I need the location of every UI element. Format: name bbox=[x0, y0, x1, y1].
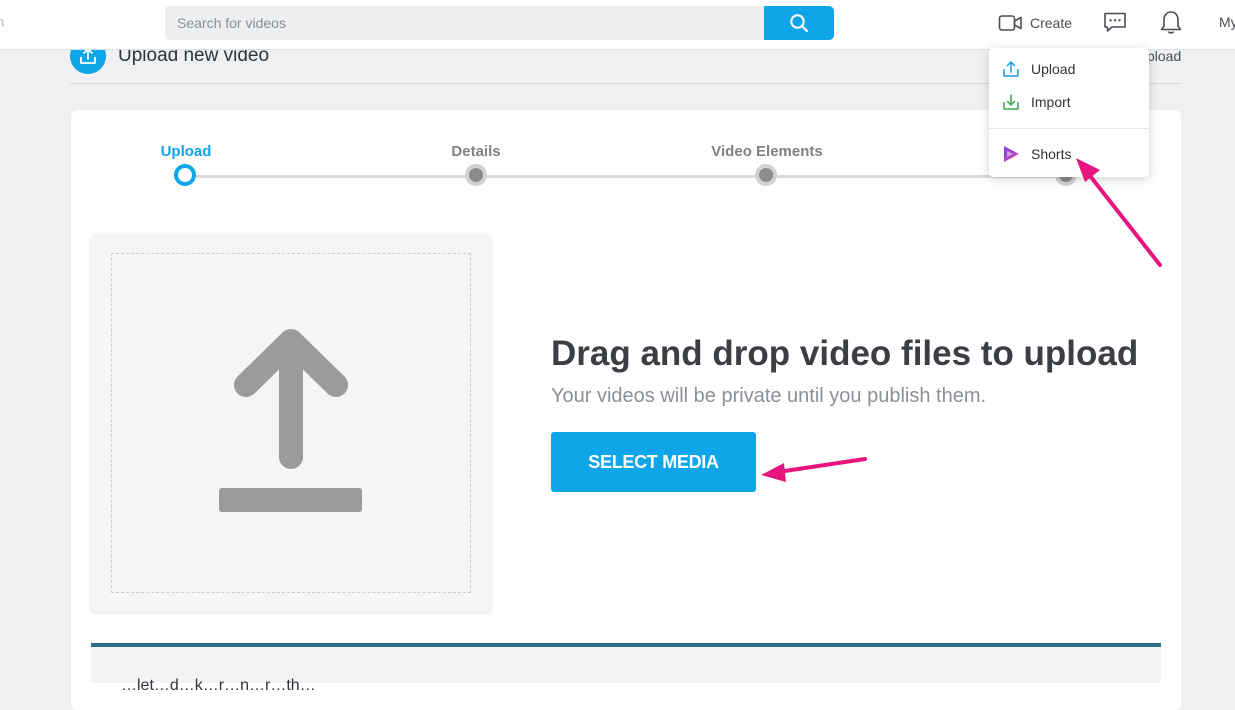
bell-icon bbox=[1160, 11, 1182, 34]
menu-item-import[interactable]: Import bbox=[1001, 92, 1071, 112]
top-bar: n Create My bbox=[0, 0, 1235, 50]
import-download-icon bbox=[1003, 94, 1019, 110]
dropzone-title: Drag and drop video files to upload bbox=[551, 334, 1139, 373]
step-label-video-elements[interactable]: Video Elements bbox=[711, 143, 822, 160]
shorts-play-icon bbox=[1004, 146, 1019, 162]
upload-arrow-icon bbox=[219, 329, 362, 512]
video-camera-icon bbox=[998, 15, 1022, 31]
step-dot-details[interactable] bbox=[465, 164, 487, 186]
step-dot-upload[interactable] bbox=[174, 164, 196, 186]
create-dropdown-menu: Upload Import Shorts bbox=[989, 48, 1149, 177]
logo[interactable]: n bbox=[0, 14, 4, 31]
menu-item-upload-label: Upload bbox=[1031, 61, 1076, 77]
bottom-panel: …let…d…k…r…n…r…th… bbox=[91, 643, 1161, 694]
bottom-panel-text: …let…d…k…r…n…r…th… bbox=[121, 677, 316, 694]
search-bar bbox=[165, 6, 834, 40]
search-input[interactable] bbox=[165, 6, 764, 40]
create-label: Create bbox=[1030, 15, 1073, 31]
menu-item-shorts-label: Shorts bbox=[1031, 146, 1072, 162]
step-label-upload[interactable]: Upload bbox=[161, 143, 212, 160]
chat-icon bbox=[1104, 12, 1126, 32]
dropzone[interactable] bbox=[91, 234, 491, 612]
create-button[interactable]: Create bbox=[998, 10, 1072, 36]
menu-item-upload[interactable]: Upload bbox=[1001, 59, 1075, 79]
menu-item-shorts[interactable]: Shorts bbox=[1001, 144, 1071, 164]
search-icon bbox=[790, 14, 809, 33]
my-account-menu[interactable]: My bbox=[1219, 14, 1235, 30]
dropzone-subtitle: Your videos will be private until you pu… bbox=[551, 385, 987, 407]
menu-divider bbox=[989, 128, 1149, 129]
step-label-details[interactable]: Details bbox=[451, 143, 500, 160]
messages-button[interactable] bbox=[1103, 11, 1127, 38]
header-right-link[interactable]: pload bbox=[1147, 48, 1181, 64]
select-media-button[interactable]: SELECT MEDIA bbox=[551, 432, 756, 492]
dropzone-border bbox=[111, 253, 471, 593]
step-dot-video-elements[interactable] bbox=[755, 164, 777, 186]
notifications-button[interactable] bbox=[1159, 10, 1183, 41]
menu-item-import-label: Import bbox=[1031, 94, 1071, 110]
search-button[interactable] bbox=[764, 6, 834, 40]
upload-cloud-icon bbox=[1003, 61, 1019, 77]
stepper-track bbox=[185, 175, 1065, 178]
